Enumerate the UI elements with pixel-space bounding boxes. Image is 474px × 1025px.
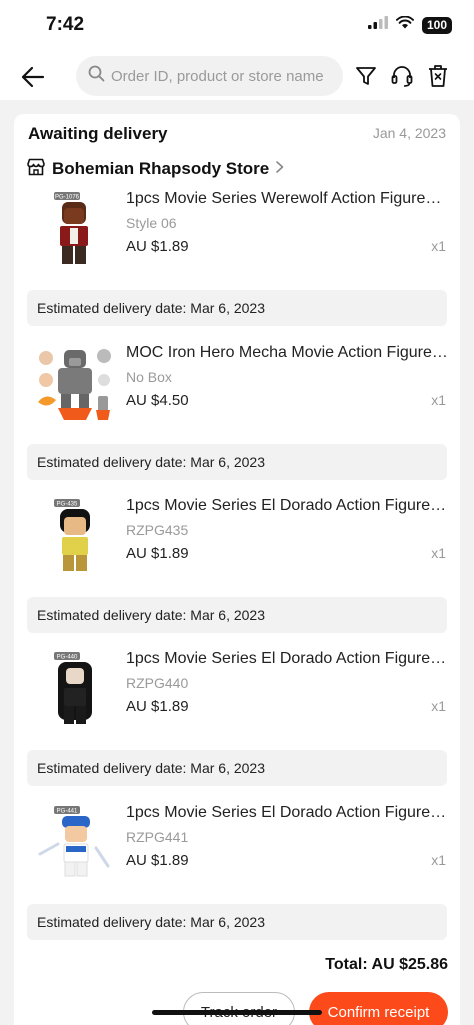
product-thumbnail — [38, 349, 111, 420]
order-card: Awaiting delivery Jan 4, 2023 Bohemian R… — [14, 114, 460, 1025]
order-item[interactable]: PG-1076 1pcs Movie Series Werewolf Actio… — [14, 190, 460, 290]
delivery-estimate: Estimated delivery date: Mar 6, 2023 — [27, 290, 447, 326]
status-bar: 7:42 100 — [0, 0, 474, 52]
product-quantity: x1 — [431, 698, 446, 714]
product-price: AU $1.89 — [126, 545, 189, 562]
delivery-estimate: Estimated delivery date: Mar 6, 2023 — [27, 444, 447, 480]
filter-button[interactable] — [352, 62, 380, 90]
product-tag: PG-440 — [57, 655, 78, 661]
order-status: Awaiting delivery — [28, 124, 168, 143]
product-thumbnail: PG-1076 — [54, 192, 88, 264]
product-variant: RZPG441 — [126, 829, 189, 845]
product-price: AU $1.89 — [126, 698, 189, 715]
store-name: Bohemian Rhapsody Store — [52, 159, 270, 178]
wifi-icon — [396, 15, 414, 34]
delete-button[interactable] — [424, 62, 452, 90]
delivery-estimate: Estimated delivery date: Mar 6, 2023 — [27, 750, 447, 786]
product-tag: PG-1076 — [55, 195, 80, 201]
product-thumbnail: PG-435 — [54, 499, 90, 571]
order-item[interactable]: MOC Iron Hero Mecha Movie Action Figures… — [14, 344, 460, 444]
signal-icon — [368, 16, 388, 34]
search-input[interactable] — [111, 67, 341, 85]
figure-face — [64, 517, 86, 535]
search-icon — [88, 65, 105, 87]
chevron-right-icon — [275, 160, 285, 179]
headset-icon — [391, 66, 413, 87]
order-item[interactable]: PG-440 1pcs Movie Series El Dorado Actio… — [14, 650, 460, 750]
delivery-estimate: Estimated delivery date: Mar 6, 2023 — [27, 597, 447, 633]
nav-bar — [0, 52, 474, 100]
home-indicator — [152, 1010, 322, 1015]
product-tag: PG-435 — [57, 502, 78, 508]
battery-icon: 100 — [422, 16, 452, 34]
product-price: AU $4.50 — [126, 392, 189, 409]
product-title: 1pcs Movie Series El Dorado Action Figur… — [126, 804, 448, 821]
back-button[interactable] — [18, 62, 48, 92]
order-total: Total: AU $25.86 — [325, 956, 448, 973]
product-variant: No Box — [126, 369, 172, 385]
product-quantity: x1 — [431, 392, 446, 408]
confirm-receipt-button[interactable]: Confirm receipt — [309, 992, 448, 1025]
figure-face — [69, 358, 81, 366]
figure-body — [58, 368, 92, 394]
product-title: MOC Iron Hero Mecha Movie Action Figures… — [126, 344, 448, 361]
figure-face — [65, 826, 87, 842]
figure-face — [66, 668, 84, 684]
product-thumbnail: PG-441 — [38, 806, 110, 877]
order-detail-screen: 7:42 100 Order ID, product or store name… — [0, 0, 474, 1025]
status-icons: 100 — [368, 15, 452, 34]
product-variant: RZPG435 — [126, 522, 189, 538]
track-order-button[interactable]: Track order — [183, 992, 295, 1025]
product-tag: PG-441 — [57, 809, 78, 815]
product-quantity: x1 — [431, 545, 446, 561]
store-icon — [26, 158, 46, 181]
search-bar[interactable] — [76, 56, 343, 96]
product-title: 1pcs Movie Series El Dorado Action Figur… — [126, 497, 448, 514]
product-variant: RZPG440 — [126, 675, 189, 691]
delivery-estimate: Estimated delivery date: Mar 6, 2023 — [27, 904, 447, 940]
figure-face — [64, 208, 84, 224]
store-link[interactable]: Bohemian Rhapsody Store — [26, 158, 285, 180]
trash-icon — [429, 65, 447, 87]
order-item[interactable]: PG-435 1pcs Movie Series El Dorado Actio… — [14, 497, 460, 597]
status-time: 7:42 — [46, 14, 85, 35]
product-title: 1pcs Movie Series Werewolf Action Figure… — [126, 190, 448, 207]
figure-body — [66, 846, 86, 852]
product-price: AU $1.89 — [126, 238, 189, 255]
product-quantity: x1 — [431, 852, 446, 868]
figure-body — [64, 688, 86, 706]
customer-service-button[interactable] — [388, 62, 416, 90]
product-thumbnail: PG-440 — [54, 652, 92, 724]
order-item[interactable]: PG-441 1pcs Movie Series El Dorado Actio… — [14, 804, 460, 904]
order-header: Awaiting delivery Jan 4, 2023 — [28, 124, 446, 146]
filter-icon — [356, 67, 376, 85]
product-price: AU $1.89 — [126, 852, 189, 869]
product-quantity: x1 — [431, 238, 446, 254]
figure-body — [62, 537, 88, 555]
back-arrow-icon — [21, 66, 45, 88]
order-date: Jan 4, 2023 — [372, 125, 446, 141]
product-variant: Style 06 — [126, 215, 177, 231]
product-title: 1pcs Movie Series El Dorado Action Figur… — [126, 650, 448, 667]
